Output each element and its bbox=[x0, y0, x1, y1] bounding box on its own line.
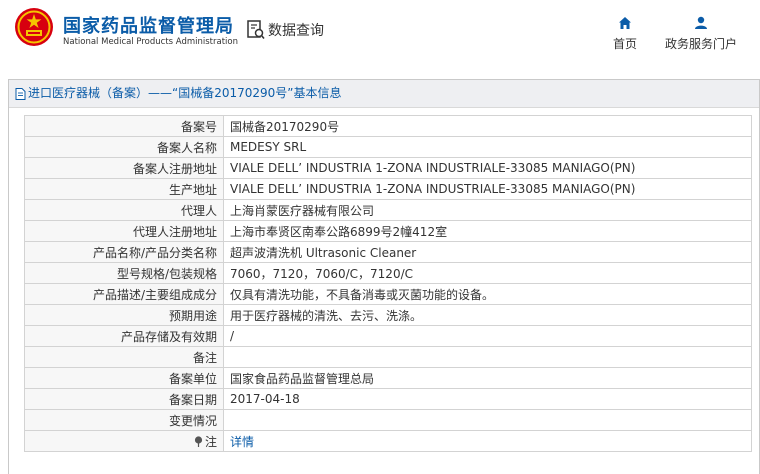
nav-home-label: 首页 bbox=[612, 37, 637, 51]
site-title: 国家药品监督管理局 bbox=[63, 16, 234, 37]
field-label: 生产地址 bbox=[24, 178, 224, 200]
table-row: 产品存储及有效期 / bbox=[24, 325, 752, 347]
field-label: 备注 bbox=[24, 346, 224, 368]
table-row: 变更情况 bbox=[24, 409, 752, 431]
table-row: 产品名称/产品分类名称 超声波清洗机 Ultrasonic Cleaner bbox=[24, 241, 752, 263]
field-label: 产品描述/主要组成成分 bbox=[24, 283, 224, 305]
table-row: 预期用途 用于医疗器械的清洗、去污、洗涤。 bbox=[24, 304, 752, 326]
field-label: 备案号 bbox=[24, 115, 224, 137]
table-row: 型号规格/包装规格 7060，7120，7060/C，7120/C bbox=[24, 262, 752, 284]
record-panel: 进口医疗器械（备案）——“国械备20170290号”基本信息 备案号 国械备201… bbox=[8, 79, 760, 474]
field-value: 2017-04-18 bbox=[223, 388, 752, 410]
field-label: 型号规格/包装规格 bbox=[24, 262, 224, 284]
nav-service-portal[interactable]: 政务服务门户 bbox=[660, 16, 742, 52]
field-value: 上海市奉贤区南奉公路6899号2幢412室 bbox=[223, 220, 752, 242]
table-row: 注 详情 bbox=[24, 430, 752, 452]
national-emblem-icon bbox=[15, 8, 53, 46]
table-row: 生产地址 VIALE DELL’ INDUSTRIA 1-ZONA INDUSTR… bbox=[24, 178, 752, 200]
table-row: 备案人名称 MEDESY SRL bbox=[24, 136, 752, 158]
field-label: 注 bbox=[24, 430, 224, 452]
field-value: 超声波清洗机 Ultrasonic Cleaner bbox=[223, 241, 752, 263]
table-row: 代理人注册地址 上海市奉贤区南奉公路6899号2幢412室 bbox=[24, 220, 752, 242]
field-value: 详情 bbox=[223, 430, 752, 452]
field-label: 代理人注册地址 bbox=[24, 220, 224, 242]
site-header: 国家药品监督管理局 National Medical Products Admi… bbox=[0, 0, 760, 66]
field-value: 用于医疗器械的清洗、去污、洗涤。 bbox=[223, 304, 752, 326]
field-label: 备案日期 bbox=[24, 388, 224, 410]
field-label: 备案人名称 bbox=[24, 136, 224, 158]
table-row: 产品描述/主要组成成分 仅具有清洗功能，不具备消毒或灭菌功能的设备。 bbox=[24, 283, 752, 305]
field-value: 上海肖蒙医疗器械有限公司 bbox=[223, 199, 752, 221]
field-value: / bbox=[223, 325, 752, 347]
nav-home[interactable]: 首页 bbox=[606, 16, 644, 52]
field-value: VIALE DELL’ INDUSTRIA 1-ZONA INDUSTRIALE… bbox=[223, 178, 752, 200]
field-value: 国械备20170290号 bbox=[223, 115, 752, 137]
table-row: 备案单位 国家食品药品监督管理总局 bbox=[24, 367, 752, 389]
field-label: 备案单位 bbox=[24, 367, 224, 389]
field-label: 变更情况 bbox=[24, 409, 224, 431]
field-value: MEDESY SRL bbox=[223, 136, 752, 158]
field-label: 备案人注册地址 bbox=[24, 157, 224, 179]
pin-icon bbox=[194, 435, 203, 447]
data-query-label: 数据查询 bbox=[268, 23, 324, 39]
field-value: 仅具有清洗功能，不具备消毒或灭菌功能的设备。 bbox=[223, 283, 752, 305]
field-label: 代理人 bbox=[24, 199, 224, 221]
panel-title-text: 进口医疗器械（备案）——“国械备20170290号”基本信息 bbox=[28, 86, 342, 100]
table-row: 备注 bbox=[24, 346, 752, 368]
data-query-icon bbox=[247, 20, 265, 40]
details-link[interactable]: 详情 bbox=[230, 435, 254, 449]
data-query-link[interactable]: 数据查询 bbox=[247, 20, 324, 40]
field-label: 产品名称/产品分类名称 bbox=[24, 241, 224, 263]
document-icon bbox=[15, 87, 26, 100]
user-icon bbox=[695, 16, 707, 29]
table-row: 备案人注册地址 VIALE DELL’ INDUSTRIA 1-ZONA INDU… bbox=[24, 157, 752, 179]
field-value bbox=[223, 409, 752, 431]
field-label: 预期用途 bbox=[24, 304, 224, 326]
field-value: VIALE DELL’ INDUSTRIA 1-ZONA INDUSTRIALE… bbox=[223, 157, 752, 179]
note-label: 注 bbox=[204, 434, 217, 449]
field-value bbox=[223, 346, 752, 368]
record-info-table: 备案号 国械备20170290号 备案人名称 MEDESY SRL 备案人注册地址 VIA… bbox=[24, 115, 752, 452]
field-value: 国家食品药品监督管理总局 bbox=[223, 367, 752, 389]
nav-service-portal-label: 政务服务门户 bbox=[664, 37, 737, 51]
home-icon bbox=[619, 17, 631, 29]
field-label: 产品存储及有效期 bbox=[24, 325, 224, 347]
table-row: 代理人 上海肖蒙医疗器械有限公司 bbox=[24, 199, 752, 221]
table-row: 备案号 国械备20170290号 bbox=[24, 115, 752, 137]
field-value: 7060，7120，7060/C，7120/C bbox=[223, 262, 752, 284]
table-row: 备案日期 2017-04-18 bbox=[24, 388, 752, 410]
site-subtitle: National Medical Products Administration bbox=[63, 37, 238, 47]
panel-title: 进口医疗器械（备案）——“国械备20170290号”基本信息 bbox=[9, 80, 759, 108]
